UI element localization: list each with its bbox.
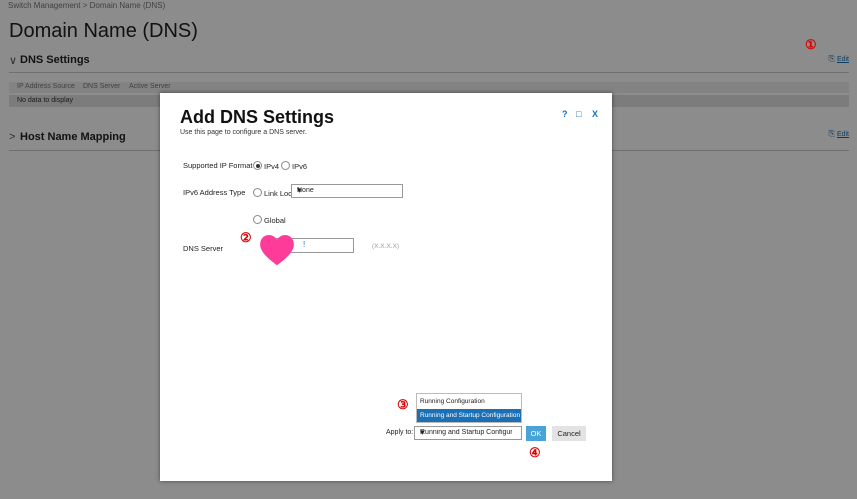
- ok-button[interactable]: OK: [526, 426, 546, 441]
- radio-icon: [253, 215, 262, 224]
- apply-to-dropdown-menu: Running Configuration Running and Startu…: [416, 393, 522, 423]
- heart-sticker-icon: [260, 235, 294, 266]
- add-dns-dialog: Add DNS Settings Use this page to config…: [160, 93, 612, 481]
- ipv6-type-label: IPv6 Address Type: [183, 188, 246, 197]
- dns-server-hint: (X.X.X.X): [372, 243, 400, 250]
- ipv4-radio[interactable]: IPv4: [253, 161, 279, 171]
- annotation-1: ①: [805, 37, 817, 52]
- cancel-button[interactable]: Cancel: [552, 426, 586, 441]
- help-icon[interactable]: ?: [562, 109, 568, 119]
- ipv6-radio[interactable]: IPv6: [281, 161, 307, 171]
- dropdown-arrow-icon: ▾: [297, 185, 302, 195]
- interface-select[interactable]: None ▾: [291, 184, 403, 198]
- annotation-2: ②: [240, 230, 252, 245]
- radio-icon: [281, 161, 290, 170]
- apply-to-label: Apply to:: [386, 429, 414, 436]
- maximize-icon[interactable]: □: [576, 109, 581, 119]
- option-running-startup[interactable]: Running and Startup Configuration: [417, 409, 521, 422]
- dialog-title: Add DNS Settings: [180, 107, 335, 127]
- ip-format-label: Supported IP Format: [183, 161, 253, 170]
- annotation-3: ③: [397, 397, 409, 412]
- apply-to-select[interactable]: Running and Startup Configuratic▾: [414, 426, 522, 440]
- dns-server-label: DNS Server: [183, 244, 224, 253]
- dropdown-arrow-icon: ▾: [420, 427, 425, 437]
- option-running[interactable]: Running Configuration: [417, 395, 521, 408]
- global-radio[interactable]: Global: [253, 215, 286, 225]
- annotation-4: ④: [529, 445, 541, 460]
- dialog-subtitle: Use this page to configure a DNS server.: [180, 129, 307, 136]
- radio-icon: [253, 188, 262, 197]
- close-icon[interactable]: X: [592, 109, 598, 119]
- radio-checked-icon: [253, 161, 262, 170]
